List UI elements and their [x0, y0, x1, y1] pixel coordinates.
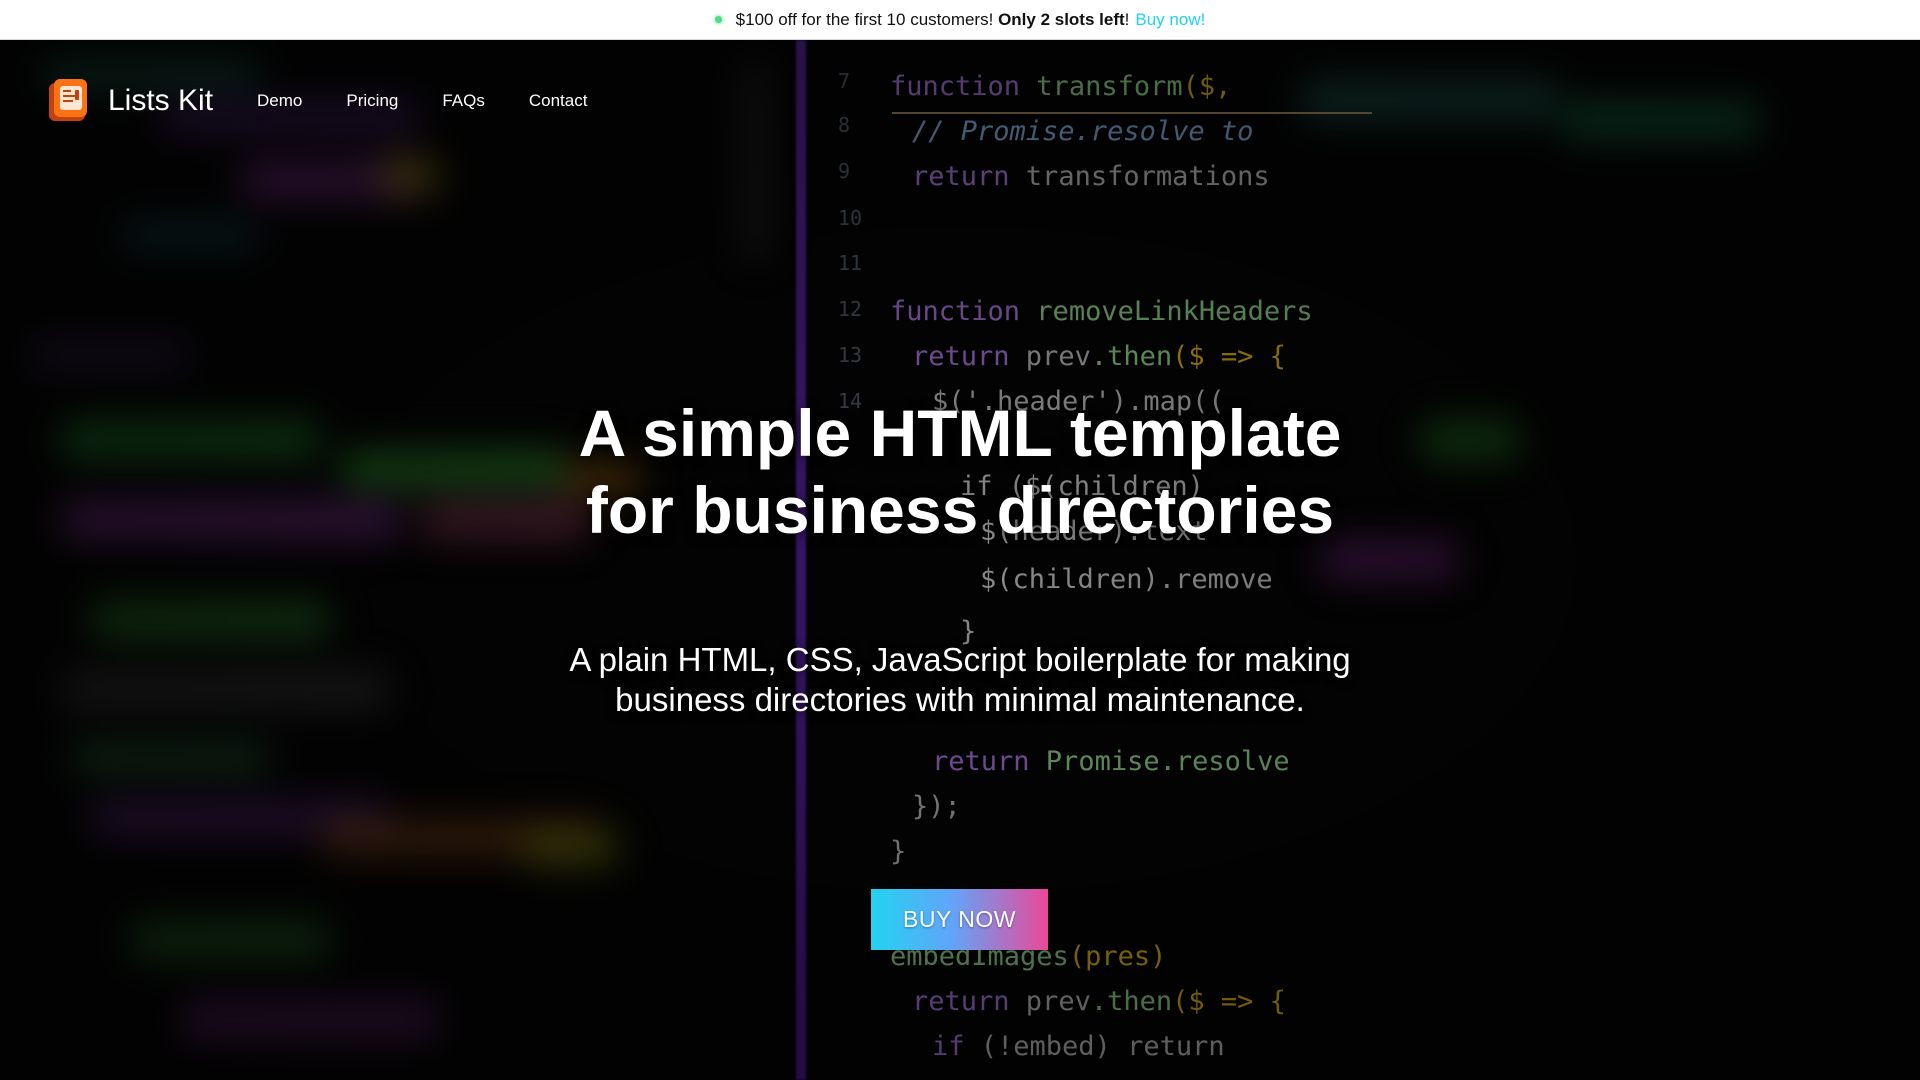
announcement-buy-link[interactable]: Buy now!: [1135, 10, 1205, 30]
subheadline-line-1: A plain HTML, CSS, JavaScript boilerplat…: [569, 641, 1351, 678]
brand-name[interactable]: Lists Kit: [108, 84, 213, 118]
headline-line-1: A simple HTML template: [578, 396, 1342, 470]
hero-subheadline: A plain HTML, CSS, JavaScript boilerplat…: [460, 640, 1460, 720]
announcement-bar: $100 off for the first 10 customers! Onl…: [0, 0, 1920, 40]
nav-link-demo[interactable]: Demo: [257, 91, 302, 111]
subheadline-line-2: business directories with minimal mainte…: [615, 681, 1305, 718]
nav-link-contact[interactable]: Contact: [529, 91, 588, 111]
hero-headline: A simple HTML template for business dire…: [360, 395, 1560, 549]
top-navigation: Lists Kit Demo Pricing FAQs Contact: [46, 76, 631, 126]
announcement-punctuation: !: [1124, 9, 1130, 29]
announcement-emphasis: Only 2 slots left: [998, 9, 1125, 29]
status-dot-icon: [714, 16, 722, 23]
announcement-text: $100 off for the first 10 customers!: [735, 9, 994, 29]
headline-line-2: for business directories: [585, 473, 1335, 547]
buy-now-button[interactable]: BUY NOW: [871, 889, 1048, 950]
hero-section: 7 8 9 10 11 12 13 14 function transform(…: [0, 40, 1920, 1080]
nav-link-pricing[interactable]: Pricing: [346, 91, 398, 111]
nav-link-faqs[interactable]: FAQs: [442, 91, 485, 111]
book-logo-icon[interactable]: [46, 77, 90, 125]
